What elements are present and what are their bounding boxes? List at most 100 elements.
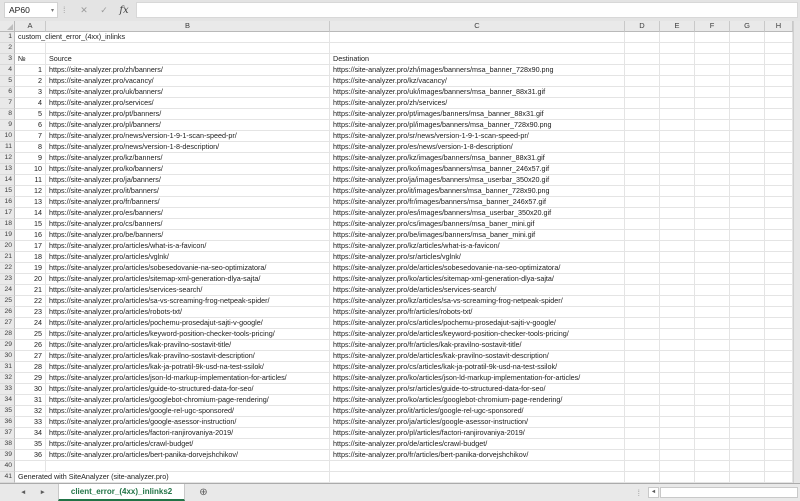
cell-G3[interactable]	[730, 54, 765, 65]
cell-B27[interactable]: https://site-analyzer.pro/articles/poche…	[46, 318, 330, 329]
row-header-31[interactable]: 31	[0, 362, 15, 373]
cell-H40[interactable]	[765, 461, 793, 472]
cell-C21[interactable]: https://site-analyzer.pro/sr/articles/vg…	[330, 252, 625, 263]
cell-G12[interactable]	[730, 153, 765, 164]
cell-H26[interactable]	[765, 307, 793, 318]
column-header-F[interactable]: F	[695, 21, 730, 32]
cell-A2[interactable]	[15, 43, 46, 54]
cell-F23[interactable]	[695, 274, 730, 285]
cell-F13[interactable]	[695, 164, 730, 175]
cell-E40[interactable]	[660, 461, 695, 472]
row-header-3[interactable]: 3	[0, 54, 15, 65]
cell-B2[interactable]	[46, 43, 330, 54]
cell-A10[interactable]: 7	[15, 131, 46, 142]
cell-F36[interactable]	[695, 417, 730, 428]
row-header-13[interactable]: 13	[0, 164, 15, 175]
cell-E16[interactable]	[660, 197, 695, 208]
cell-H24[interactable]	[765, 285, 793, 296]
row-header-15[interactable]: 15	[0, 186, 15, 197]
cell-B38[interactable]: https://site-analyzer.pro/articles/crawl…	[46, 439, 330, 450]
cell-C1[interactable]	[330, 32, 625, 43]
cell-E35[interactable]	[660, 406, 695, 417]
cell-D28[interactable]	[625, 329, 660, 340]
cell-G39[interactable]	[730, 450, 765, 461]
cell-D31[interactable]	[625, 362, 660, 373]
cell-D37[interactable]	[625, 428, 660, 439]
cell-G9[interactable]	[730, 120, 765, 131]
cell-B15[interactable]: https://site-analyzer.pro/it/banners/	[46, 186, 330, 197]
cell-C3[interactable]: Destination	[330, 54, 625, 65]
cell-D20[interactable]	[625, 241, 660, 252]
cell-D40[interactable]	[625, 461, 660, 472]
cell-A6[interactable]: 3	[15, 87, 46, 98]
cell-C19[interactable]: https://site-analyzer.pro/be/images/bann…	[330, 230, 625, 241]
cell-F2[interactable]	[695, 43, 730, 54]
cell-C14[interactable]: https://site-analyzer.pro/ja/images/bann…	[330, 175, 625, 186]
cell-D10[interactable]	[625, 131, 660, 142]
cell-D26[interactable]	[625, 307, 660, 318]
cell-G7[interactable]	[730, 98, 765, 109]
name-box[interactable]: AP60 ▾	[4, 2, 58, 18]
cell-D21[interactable]	[625, 252, 660, 263]
insert-function-icon[interactable]: fx	[114, 5, 134, 16]
row-header-27[interactable]: 27	[0, 318, 15, 329]
row-header-9[interactable]: 9	[0, 120, 15, 131]
cell-E37[interactable]	[660, 428, 695, 439]
cell-A12[interactable]: 9	[15, 153, 46, 164]
row-header-35[interactable]: 35	[0, 406, 15, 417]
cell-H32[interactable]	[765, 373, 793, 384]
cell-E39[interactable]	[660, 450, 695, 461]
cell-D16[interactable]	[625, 197, 660, 208]
cell-F29[interactable]	[695, 340, 730, 351]
row-header-16[interactable]: 16	[0, 197, 15, 208]
cell-F12[interactable]	[695, 153, 730, 164]
cell-F20[interactable]	[695, 241, 730, 252]
cell-D30[interactable]	[625, 351, 660, 362]
cell-F35[interactable]	[695, 406, 730, 417]
cell-D33[interactable]	[625, 384, 660, 395]
cell-G4[interactable]	[730, 65, 765, 76]
cell-E2[interactable]	[660, 43, 695, 54]
cell-C22[interactable]: https://site-analyzer.pro/de/articles/so…	[330, 263, 625, 274]
cell-E14[interactable]	[660, 175, 695, 186]
cell-F1[interactable]	[695, 32, 730, 43]
cell-E22[interactable]	[660, 263, 695, 274]
cell-C9[interactable]: https://site-analyzer.pro/pl/images/bann…	[330, 120, 625, 131]
cell-G8[interactable]	[730, 109, 765, 120]
cell-B31[interactable]: https://site-analyzer.pro/articles/kak-j…	[46, 362, 330, 373]
cell-E26[interactable]	[660, 307, 695, 318]
cell-H6[interactable]	[765, 87, 793, 98]
cell-A26[interactable]: 23	[15, 307, 46, 318]
cell-E25[interactable]	[660, 296, 695, 307]
formula-bar-input[interactable]	[136, 2, 798, 18]
cell-E15[interactable]	[660, 186, 695, 197]
cell-A31[interactable]: 28	[15, 362, 46, 373]
cell-F5[interactable]	[695, 76, 730, 87]
cell-C8[interactable]: https://site-analyzer.pro/pt/images/bann…	[330, 109, 625, 120]
cell-A4[interactable]: 1	[15, 65, 46, 76]
cell-H27[interactable]	[765, 318, 793, 329]
cell-A7[interactable]: 4	[15, 98, 46, 109]
cell-F34[interactable]	[695, 395, 730, 406]
cell-H1[interactable]	[765, 32, 793, 43]
cell-A28[interactable]: 25	[15, 329, 46, 340]
cell-A16[interactable]: 13	[15, 197, 46, 208]
column-header-D[interactable]: D	[625, 21, 660, 32]
row-header-28[interactable]: 28	[0, 329, 15, 340]
cell-B29[interactable]: https://site-analyzer.pro/articles/kak-p…	[46, 340, 330, 351]
cell-A14[interactable]: 11	[15, 175, 46, 186]
cell-A27[interactable]: 24	[15, 318, 46, 329]
cell-G15[interactable]	[730, 186, 765, 197]
cell-A20[interactable]: 17	[15, 241, 46, 252]
column-header-G[interactable]: G	[730, 21, 765, 32]
cell-D14[interactable]	[625, 175, 660, 186]
cell-F24[interactable]	[695, 285, 730, 296]
cell-D24[interactable]	[625, 285, 660, 296]
cell-H2[interactable]	[765, 43, 793, 54]
row-header-17[interactable]: 17	[0, 208, 15, 219]
cell-D3[interactable]	[625, 54, 660, 65]
row-header-41[interactable]: 41	[0, 472, 15, 483]
cell-G5[interactable]	[730, 76, 765, 87]
cell-D35[interactable]	[625, 406, 660, 417]
row-header-7[interactable]: 7	[0, 98, 15, 109]
